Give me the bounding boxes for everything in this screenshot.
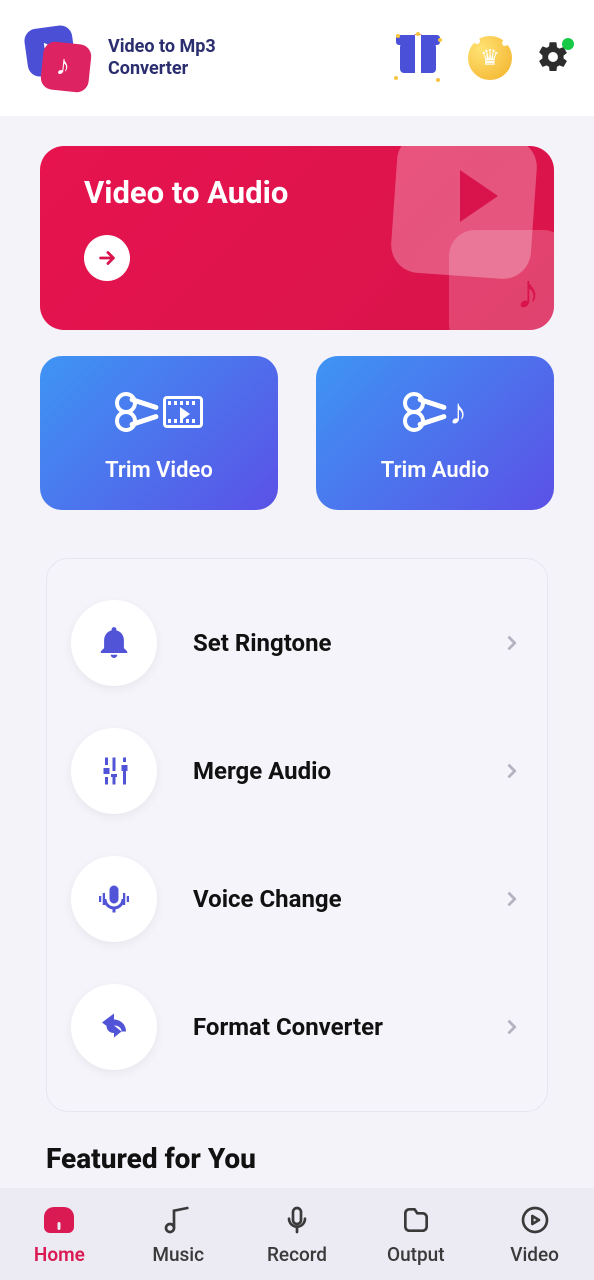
trim-video-icon: [115, 384, 203, 440]
app-title: Video to Mp3 Converter: [108, 36, 216, 81]
converter-icon: [71, 984, 157, 1070]
nav-output-label: Output: [387, 1243, 445, 1266]
nav-home[interactable]: Home: [0, 1188, 119, 1280]
hero-art: ♪: [374, 146, 554, 330]
nav-music-label: Music: [152, 1243, 204, 1266]
nav-home-label: Home: [34, 1243, 85, 1266]
nav-record[interactable]: Record: [238, 1188, 357, 1280]
microphone-icon: [71, 856, 157, 942]
bell-icon: [71, 600, 157, 686]
video-to-audio-card[interactable]: Video to Audio ♪: [40, 146, 554, 330]
logo-icon: [22, 23, 92, 93]
record-icon: [280, 1203, 314, 1237]
settings-icon[interactable]: [536, 40, 572, 76]
sliders-icon: [71, 728, 157, 814]
chevron-right-icon: [501, 888, 523, 910]
set-ringtone-label: Set Ringtone: [193, 629, 465, 657]
trim-row: Trim Video ♪ Trim Audio: [0, 330, 594, 510]
nav-record-label: Record: [267, 1243, 327, 1266]
merge-audio-label: Merge Audio: [193, 757, 465, 785]
chevron-right-icon: [501, 760, 523, 782]
trim-audio-icon: ♪: [403, 384, 467, 440]
merge-audio-row[interactable]: Merge Audio: [71, 707, 523, 835]
app-logo: Video to Mp3 Converter: [22, 23, 216, 93]
app-header: Video to Mp3 Converter: [0, 0, 594, 116]
features-panel: Set Ringtone Merge Audio Voice Change Fo…: [46, 558, 548, 1112]
format-converter-label: Format Converter: [193, 1013, 465, 1041]
crown-icon[interactable]: [468, 36, 512, 80]
nav-video[interactable]: Video: [475, 1188, 594, 1280]
video-icon: [518, 1203, 552, 1237]
output-icon: [399, 1203, 433, 1237]
nav-output[interactable]: Output: [356, 1188, 475, 1280]
nav-music[interactable]: Music: [119, 1188, 238, 1280]
featured-section-title: Featured for You: [46, 1142, 548, 1175]
format-converter-row[interactable]: Format Converter: [71, 963, 523, 1091]
trim-audio-card[interactable]: ♪ Trim Audio: [316, 356, 554, 510]
trim-video-label: Trim Video: [105, 458, 213, 483]
bottom-nav: Home Music Record Output Video: [0, 1188, 594, 1280]
trim-video-card[interactable]: Trim Video: [40, 356, 278, 510]
main-content: Video to Audio ♪ Trim Video ♪ Trim Audio…: [0, 116, 594, 1188]
arrow-right-icon: [84, 235, 130, 281]
nav-video-label: Video: [510, 1243, 559, 1266]
chevron-right-icon: [501, 1016, 523, 1038]
notification-dot: [562, 38, 574, 50]
trim-audio-label: Trim Audio: [381, 458, 489, 483]
music-icon: [161, 1203, 195, 1237]
voice-change-label: Voice Change: [193, 885, 465, 913]
home-icon: [42, 1203, 76, 1237]
set-ringtone-row[interactable]: Set Ringtone: [71, 579, 523, 707]
voice-change-row[interactable]: Voice Change: [71, 835, 523, 963]
gift-icon[interactable]: [392, 32, 444, 84]
chevron-right-icon: [501, 632, 523, 654]
header-actions: [392, 32, 572, 84]
